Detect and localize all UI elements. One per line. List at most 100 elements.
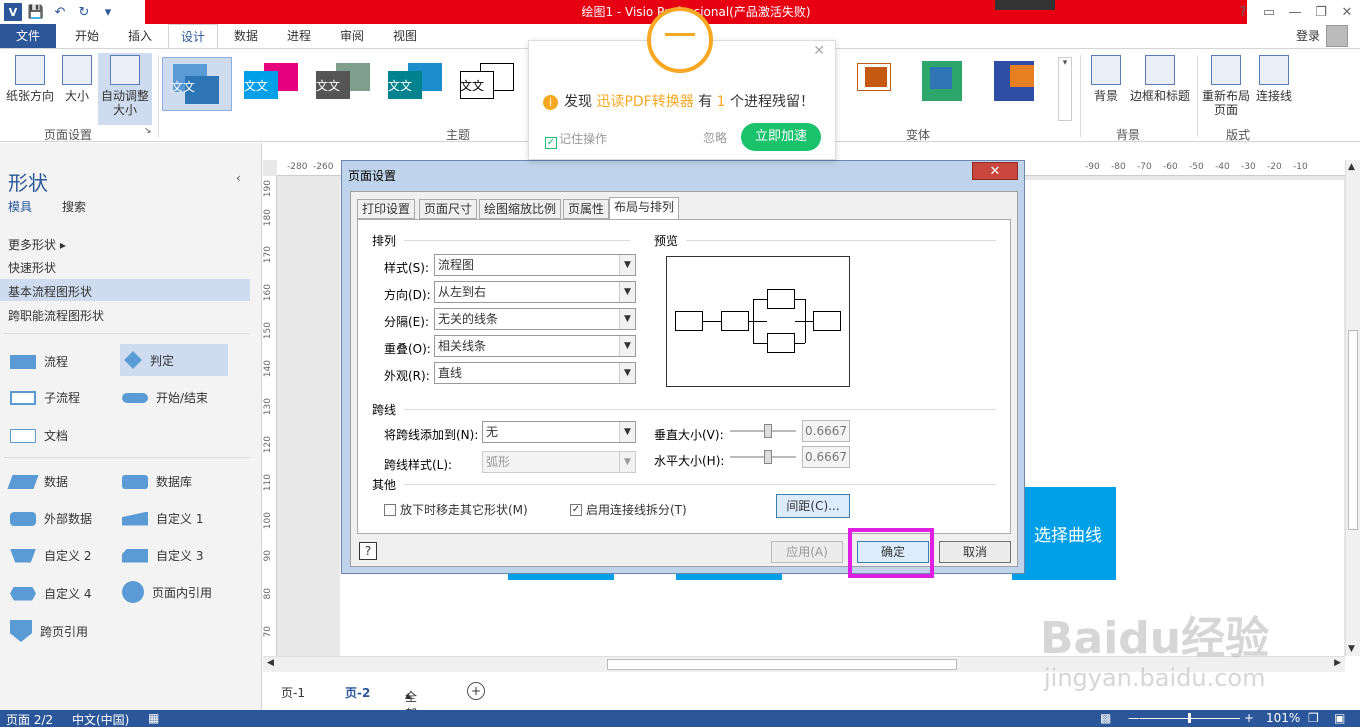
size-button[interactable]: 大小 (60, 55, 94, 103)
zoom-out-icon[interactable]: — (1128, 711, 1140, 725)
add-page-icon[interactable]: + (467, 682, 485, 700)
page-tab-1[interactable]: 页-1 (281, 684, 305, 701)
apply-button[interactable]: 应用(A) (771, 541, 843, 563)
status-language[interactable]: 中文(中国) (72, 711, 129, 727)
theme-gray[interactable]: 文文 (308, 57, 378, 111)
sidebar-item-cross-functional[interactable]: 跨职能流程图形状 (8, 307, 104, 324)
scroll-up-icon[interactable]: ▲ (1348, 162, 1355, 172)
variant-1[interactable] (845, 57, 915, 111)
tab-design[interactable]: 设计 (168, 24, 218, 48)
shape-custom-4[interactable]: 自定义 4 (10, 585, 91, 602)
tab-process[interactable]: 进程 (274, 24, 324, 48)
sidebar-item-basic-flowchart[interactable]: 基本流程图形状 (8, 283, 92, 300)
shape-custom-2[interactable]: 自定义 2 (10, 547, 91, 564)
zoom-slider-knob[interactable] (1188, 713, 1191, 723)
variant-3[interactable] (988, 57, 1058, 111)
theme-office[interactable]: 文文 (162, 57, 232, 111)
orientation-button[interactable]: 纸张方向 (4, 55, 56, 103)
presentation-icon[interactable]: ▩ (1100, 711, 1111, 725)
login-link[interactable]: 登录 (1296, 24, 1320, 48)
relayout-button[interactable]: 重新布局 页面 (1200, 55, 1252, 117)
scroll-right-icon[interactable]: ▶ (1334, 658, 1341, 668)
theme-teal[interactable]: 文文 (380, 57, 450, 111)
tab-insert[interactable]: 插入 (115, 24, 165, 48)
hscroll-thumb[interactable] (607, 659, 957, 670)
undo-icon[interactable]: ↶ (50, 2, 70, 22)
save-icon[interactable]: 💾 (26, 2, 46, 22)
background-button[interactable]: 背景 (1086, 55, 1126, 103)
move-away-checkbox[interactable]: 放下时移走其它形状(M) (384, 501, 528, 518)
shape-process[interactable]: 流程 (10, 353, 68, 370)
switch-windows-icon[interactable]: ▣ (1334, 711, 1345, 725)
horizontal-size-input[interactable]: 0.6667 (802, 446, 850, 468)
variants-scroll-icon[interactable]: ▾ (1058, 57, 1072, 121)
style-select[interactable]: 流程图 ▼ (434, 254, 636, 276)
shape-custom-1[interactable]: 自定义 1 (122, 510, 203, 527)
checkmark-icon[interactable]: ✓ (570, 503, 582, 516)
connectors-button[interactable]: 连接线 (1254, 55, 1294, 103)
tab-search[interactable]: 搜索 (62, 198, 86, 215)
theme-colorful[interactable]: 文文 (236, 57, 306, 111)
shape-start-end[interactable]: 开始/结束 (122, 389, 208, 406)
remember-checkbox[interactable]: ✓ 记住操作 (545, 130, 607, 149)
tab-start[interactable]: 开始 (62, 24, 112, 48)
popup-close-icon[interactable]: ✕ (813, 43, 825, 59)
checkbox-box[interactable] (384, 503, 396, 516)
customize-qat-icon[interactable]: ▾ (98, 2, 118, 22)
autosize-button[interactable]: 自动调整 大小 (98, 53, 152, 125)
accelerate-button[interactable]: 立即加速 (741, 123, 821, 151)
close-icon[interactable]: ✕ (1334, 0, 1360, 24)
tab-view[interactable]: 视图 (380, 24, 430, 48)
redo-icon[interactable]: ↻ (74, 2, 94, 22)
theme-outline[interactable]: 文文 (452, 57, 522, 111)
vscroll-thumb[interactable] (1348, 330, 1358, 530)
shape-subprocess[interactable]: 子流程 (10, 389, 80, 406)
appearance-select[interactable]: 直线 ▼ (434, 362, 636, 384)
tab-page-size[interactable]: 页面尺寸 (419, 199, 478, 219)
shape-database[interactable]: 数据库 (122, 473, 192, 490)
split-connectors-checkbox[interactable]: ✓ 启用连接线拆分(T) (570, 501, 687, 518)
separation-select[interactable]: 无关的线条 ▼ (434, 308, 636, 330)
sidebar-item-more-shapes[interactable]: 更多形状 ▸ (8, 236, 66, 253)
overlap-select[interactable]: 相关线条 ▼ (434, 335, 636, 357)
sidebar-item-quick-shapes[interactable]: 快速形状 (8, 259, 56, 276)
horizontal-size-slider[interactable] (730, 450, 796, 464)
slider-knob[interactable] (764, 450, 772, 464)
collapse-icon[interactable]: ‹ (236, 171, 241, 185)
tab-stencils[interactable]: 模具 (8, 198, 32, 215)
avatar[interactable] (1326, 25, 1348, 47)
shape-external-data[interactable]: 外部数据 (10, 510, 92, 527)
flowchart-shape-curve[interactable]: 选择曲线 (1012, 487, 1116, 580)
tab-print-setup[interactable]: 打印设置 (357, 199, 416, 219)
fit-page-icon[interactable]: ❐ (1308, 711, 1319, 725)
tab-layout-routing[interactable]: 布局与排列 (609, 197, 680, 220)
shape-decision[interactable]: 判定 (120, 344, 228, 376)
status-page[interactable]: 页面 2/2 (6, 711, 53, 727)
zoom-level[interactable]: 101% (1266, 711, 1300, 725)
minimize-icon[interactable]: — (1282, 0, 1308, 24)
cancel-button[interactable]: 取消 (939, 541, 1011, 563)
jump-style-select[interactable]: 弧形 ▼ (482, 451, 636, 473)
vertical-size-input[interactable]: 0.6667 (802, 420, 850, 442)
variant-2[interactable] (916, 57, 986, 111)
borders-button[interactable]: 边框和标题 (1128, 55, 1192, 103)
tab-drawing-scale[interactable]: 绘图缩放比例 (479, 199, 562, 219)
dialog-close-icon[interactable]: ✕ (972, 162, 1018, 180)
tab-data[interactable]: 数据 (221, 24, 271, 48)
ignore-link[interactable]: 忽略 (703, 129, 727, 146)
macro-icon[interactable]: ▦ (148, 711, 159, 725)
vertical-scrollbar[interactable]: ▲ ▼ (1345, 160, 1360, 656)
page-setup-launcher-icon[interactable]: ↘ (144, 126, 152, 136)
tab-file[interactable]: 文件 (0, 24, 56, 48)
shape-on-page-ref[interactable]: 页面内引用 (122, 581, 212, 603)
restore-icon[interactable]: ❐ (1308, 0, 1334, 24)
direction-select[interactable]: 从左到右 ▼ (434, 281, 636, 303)
shape-document[interactable]: 文档 (10, 427, 68, 444)
checkmark-icon[interactable]: ✓ (545, 137, 557, 149)
spacing-button[interactable]: 间距(C)... (776, 494, 850, 518)
slider-knob[interactable] (764, 424, 772, 438)
tab-review[interactable]: 审阅 (327, 24, 377, 48)
page-tab-2[interactable]: 页-2 (345, 684, 370, 701)
scroll-left-icon[interactable]: ◀ (267, 658, 274, 668)
help-icon[interactable]: ? (359, 542, 377, 560)
